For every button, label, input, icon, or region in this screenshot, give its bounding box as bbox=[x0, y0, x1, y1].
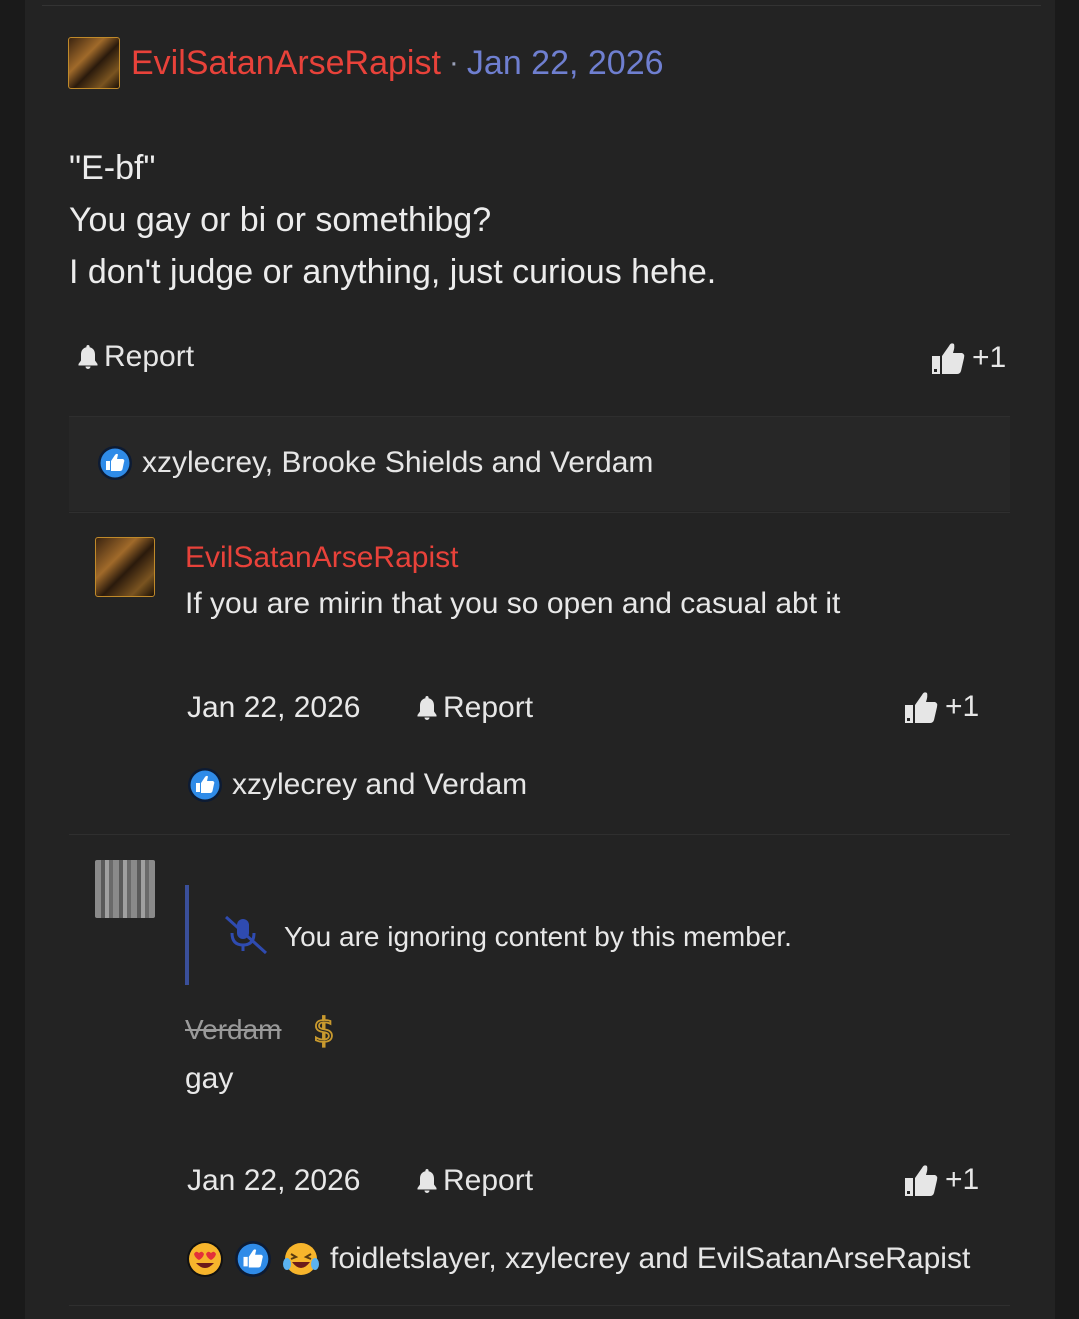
laughing-crying-emoji bbox=[283, 1243, 319, 1275]
reply-text: If you are mirin that you so open and ca… bbox=[185, 587, 841, 620]
like-reaction-icon bbox=[98, 446, 132, 480]
thumbs-up-icon bbox=[905, 1165, 938, 1196]
bell-icon bbox=[417, 696, 437, 720]
reply-author[interactable]: EvilSatanArseRapist bbox=[185, 541, 458, 575]
report-label: Report bbox=[443, 691, 534, 724]
avatar[interactable] bbox=[68, 37, 120, 89]
avatar[interactable] bbox=[95, 537, 155, 597]
like-reaction-icon bbox=[188, 768, 222, 802]
svg-text:$: $ bbox=[313, 1011, 335, 1050]
report-button[interactable]: Report bbox=[415, 691, 533, 725]
reply-date[interactable]: Jan 22, 2026 bbox=[187, 1164, 360, 1198]
thumbs-up-icon bbox=[905, 692, 938, 723]
reactions-text: xzylecrey and Verdam bbox=[232, 768, 528, 801]
report-button[interactable]: Report bbox=[415, 1164, 533, 1198]
reply-author[interactable]: Verdam bbox=[185, 1014, 282, 1046]
like-reaction-icon bbox=[235, 1241, 271, 1277]
post-header: EvilSatanArseRapist · Jan 22, 2026 bbox=[68, 36, 664, 90]
bell-icon bbox=[78, 345, 98, 369]
reactions-text: xzylecrey, Brooke Shields and Verdam bbox=[142, 446, 654, 479]
like-count: +1 bbox=[945, 690, 980, 723]
dollar-icon: $ bbox=[312, 1010, 335, 1050]
thumbs-up-icon bbox=[932, 343, 965, 374]
report-button[interactable]: Report bbox=[76, 340, 194, 374]
reactions-summary[interactable]: xzylecrey, Brooke Shields and Verdam bbox=[97, 445, 653, 481]
like-count: +1 bbox=[945, 1163, 980, 1196]
ignored-text: You are ignoring content by this member. bbox=[284, 921, 792, 952]
separator: · bbox=[448, 46, 459, 79]
divider bbox=[69, 1305, 1010, 1306]
avatar[interactable] bbox=[95, 860, 155, 918]
reactions-summary[interactable]: foidletslayer, xzylecrey and EvilSatanAr… bbox=[186, 1240, 970, 1278]
post-date[interactable]: Jan 22, 2026 bbox=[467, 44, 664, 83]
divider bbox=[42, 5, 1041, 6]
like-button[interactable]: +1 bbox=[903, 689, 979, 725]
reply-text: gay bbox=[185, 1062, 234, 1095]
like-button[interactable]: +1 bbox=[930, 340, 1006, 376]
post-line: I don't judge or anything, just curious … bbox=[69, 253, 717, 291]
post-body: "E-bf" You gay or bi or somethibg? I don… bbox=[69, 142, 716, 298]
report-label: Report bbox=[443, 1164, 534, 1197]
like-button[interactable]: +1 bbox=[903, 1162, 979, 1198]
reactions-summary[interactable]: xzylecrey and Verdam bbox=[187, 767, 527, 803]
reply-date[interactable]: Jan 22, 2026 bbox=[187, 691, 360, 725]
bell-icon bbox=[417, 1169, 437, 1193]
ignored-notice[interactable]: You are ignoring content by this member. bbox=[185, 885, 889, 985]
post-author[interactable]: EvilSatanArseRapist bbox=[131, 44, 441, 83]
muted-mic-icon bbox=[224, 915, 268, 955]
post-line: "E-bf" bbox=[69, 149, 156, 187]
report-label: Report bbox=[104, 340, 195, 373]
heart-eyes-emoji bbox=[187, 1241, 223, 1277]
reactions-text: foidletslayer, xzylecrey and EvilSatanAr… bbox=[330, 1242, 971, 1275]
like-count: +1 bbox=[972, 341, 1007, 374]
post-line: You gay or bi or somethibg? bbox=[69, 201, 492, 239]
